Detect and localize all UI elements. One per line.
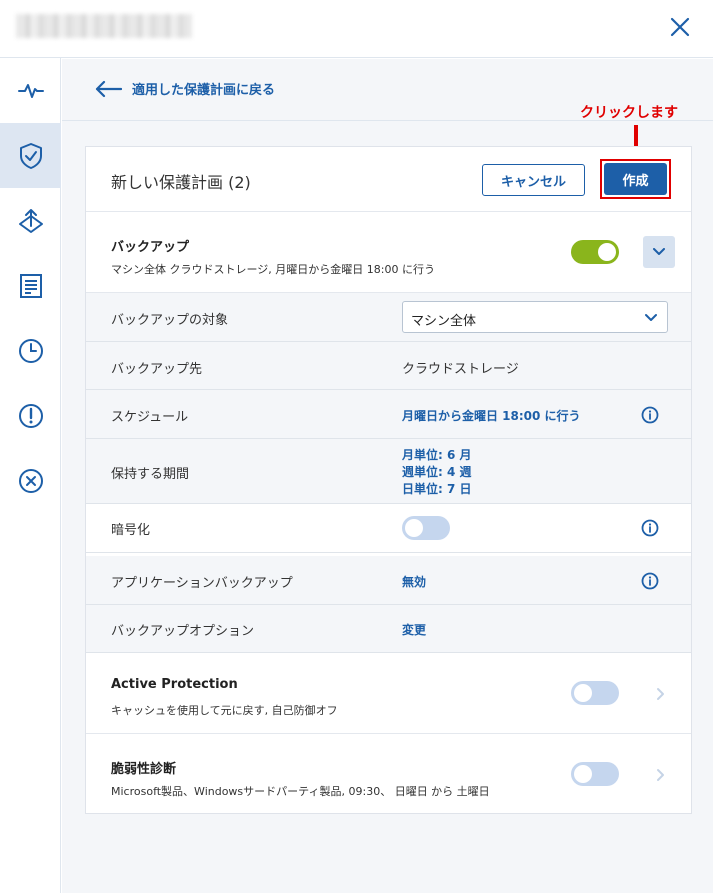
plan-header: 新しい保護計画 (2) キャンセル 作成: [86, 147, 691, 212]
encryption-toggle[interactable]: [402, 516, 450, 540]
backup-destination-row: バックアップ先 クラウドストレージ: [86, 342, 691, 390]
sidebar-item-recovery[interactable]: [0, 188, 61, 253]
backup-description: マシン全体 クラウドストレージ, 月曜日から金曜日 18:00 に行う: [111, 263, 435, 276]
x-circle-icon: [18, 468, 43, 493]
backup-target-select[interactable]: マシン全体: [402, 301, 668, 333]
alert-circle-icon: [18, 403, 43, 428]
backup-destination-label: バックアップ先: [111, 362, 203, 377]
sidebar-item-reports[interactable]: [0, 253, 61, 318]
plan-title: 新しい保護計画 (2): [111, 173, 251, 192]
chevron-right-icon: [657, 769, 664, 781]
chevron-down-icon: [645, 314, 657, 321]
main-panel: 適用した保護計画に戻る クリックします 新しい保護計画 (2) キャンセル 作成…: [62, 59, 713, 893]
sidebar-item-alerts[interactable]: [0, 383, 61, 448]
click-annotation: クリックします: [580, 105, 678, 121]
backup-options-link[interactable]: 変更: [402, 621, 426, 638]
schedule-link[interactable]: 月曜日から金曜日 18:00 に行う: [402, 407, 581, 424]
encryption-label: 暗号化: [111, 523, 151, 538]
info-icon[interactable]: [641, 519, 659, 537]
create-button[interactable]: 作成: [604, 163, 667, 195]
blurred-window-title: [16, 14, 192, 38]
retention-link[interactable]: 月単位: 6 月 週単位: 4 週 日単位: 7 日: [402, 447, 472, 498]
vulnerability-section[interactable]: 脆弱性診断 Microsoft製品、Windowsサードパーティ製品, 09:3…: [86, 734, 691, 813]
backup-target-label: バックアップの対象: [111, 313, 229, 328]
protection-plan-card: 新しい保護計画 (2) キャンセル 作成 バックアップ マシン全体 クラウドスト…: [85, 146, 692, 814]
app-backup-row: アプリケーションバックアップ 無効: [86, 556, 691, 605]
shield-check-icon: [19, 142, 42, 169]
backup-destination-value: クラウドストレージ: [402, 362, 519, 377]
backup-options-row: バックアップオプション 変更: [86, 605, 691, 653]
cancel-button[interactable]: キャンセル: [482, 164, 585, 196]
vulnerability-description: Microsoft製品、Windowsサードパーティ製品, 09:30、 日曜日…: [111, 785, 490, 798]
app-backup-label: アプリケーションバックアップ: [111, 576, 293, 591]
app-backup-link[interactable]: 無効: [402, 573, 426, 590]
clock-icon: [18, 338, 43, 363]
document-list-icon: [19, 273, 42, 298]
back-link-label: 適用した保護計画に戻る: [132, 83, 276, 98]
chevron-down-icon: [653, 248, 665, 255]
sidebar: [0, 58, 61, 893]
sidebar-item-remove[interactable]: [0, 448, 61, 513]
backup-target-value: マシン全体: [411, 314, 477, 329]
retention-daily: 日単位: 7 日: [402, 482, 472, 496]
backup-section: バックアップ マシン全体 クラウドストレージ, 月曜日から金曜日 18:00 に…: [86, 212, 691, 293]
schedule-row: スケジュール 月曜日から金曜日 18:00 に行う: [86, 390, 691, 439]
sidebar-item-history[interactable]: [0, 318, 61, 383]
active-protection-title: Active Protection: [111, 677, 238, 692]
retention-row: 保持する期間 月単位: 6 月 週単位: 4 週 日単位: 7 日: [86, 439, 691, 504]
backup-toggle[interactable]: [571, 240, 619, 264]
schedule-label: スケジュール: [111, 410, 189, 425]
back-link[interactable]: 適用した保護計画に戻る: [94, 79, 275, 98]
sidebar-item-activity[interactable]: [0, 58, 61, 123]
pulse-icon: [17, 83, 44, 98]
retention-label: 保持する期間: [111, 467, 190, 482]
backup-title: バックアップ: [111, 240, 190, 255]
info-icon[interactable]: [641, 572, 659, 590]
close-button[interactable]: [663, 12, 697, 42]
arrow-left-icon: [95, 80, 122, 97]
retention-monthly: 月単位: 6 月: [402, 448, 472, 462]
active-protection-section[interactable]: Active Protection キャッシュを使用して元に戻す, 自己防御オフ: [86, 653, 691, 734]
backup-expand-button[interactable]: [643, 236, 675, 268]
info-icon[interactable]: [641, 406, 659, 424]
title-bar: [0, 0, 713, 58]
close-icon: [670, 17, 690, 37]
active-protection-toggle[interactable]: [571, 681, 619, 705]
retention-weekly: 週単位: 4 週: [402, 465, 472, 479]
chevron-right-icon: [657, 688, 664, 700]
active-protection-description: キャッシュを使用して元に戻す, 自己防御オフ: [111, 704, 338, 717]
vulnerability-toggle[interactable]: [571, 762, 619, 786]
sidebar-item-protection[interactable]: [0, 123, 61, 188]
backup-options-label: バックアップオプション: [111, 624, 255, 639]
vulnerability-title: 脆弱性診断: [111, 762, 177, 777]
backup-target-row: バックアップの対象 マシン全体: [86, 293, 691, 342]
upload-diamond-icon: [18, 208, 43, 233]
encryption-row: 暗号化: [86, 504, 691, 553]
